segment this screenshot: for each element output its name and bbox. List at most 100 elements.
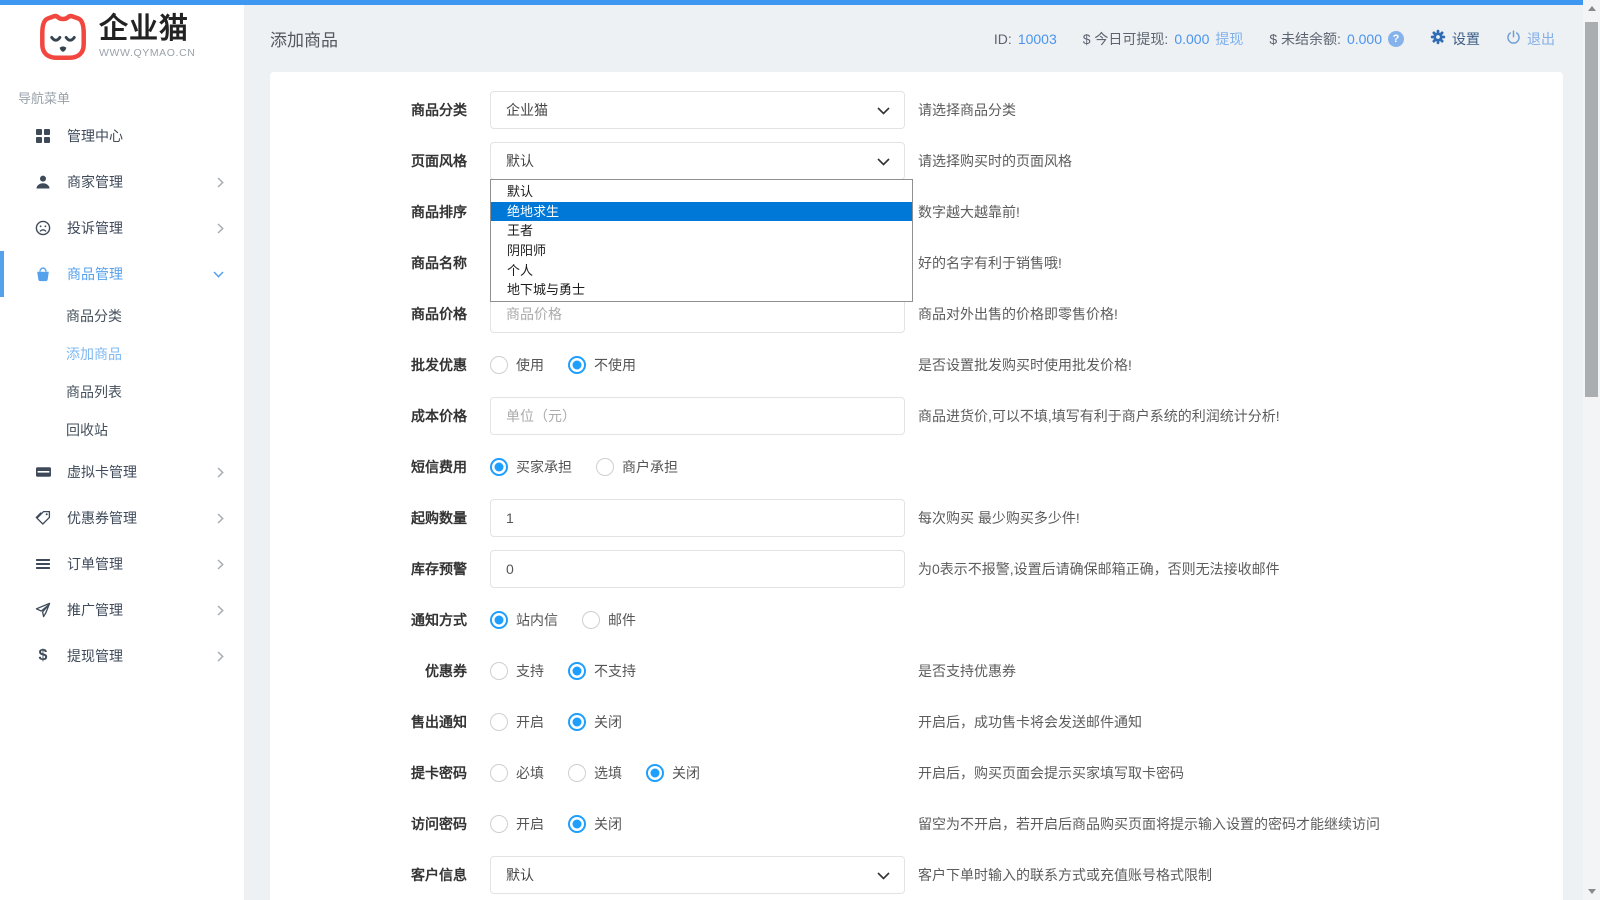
field-label: 商品名称: [270, 253, 467, 273]
min-purchase-input[interactable]: [490, 499, 905, 537]
unsettled-balance: $ 未结余额: 0.000 ?: [1269, 29, 1404, 49]
access-password-radio-group: 开启 关闭: [490, 805, 905, 843]
brand-name: 企业猫: [99, 13, 195, 46]
radio-option[interactable]: 邮件: [582, 610, 636, 630]
sidebar-subitem-add-goods[interactable]: 添加商品: [0, 335, 244, 373]
field-hint: 是否设置批发购买时使用批发价格!: [918, 355, 1132, 375]
sidebar-item-dashboard[interactable]: 管理中心: [0, 113, 244, 159]
radio-option[interactable]: 使用: [490, 355, 544, 375]
dropdown-option[interactable]: 默认: [491, 182, 912, 202]
sidebar-item-label: 订单管理: [67, 554, 123, 574]
field-label: 商品分类: [270, 100, 467, 120]
radio-option[interactable]: 不支持: [568, 661, 636, 681]
field-hint: 每次购买 最少购买多少件!: [918, 508, 1080, 528]
radio-option[interactable]: 必填: [490, 763, 544, 783]
sidebar-subitem-goods-category[interactable]: 商品分类: [0, 297, 244, 335]
field-label: 售出通知: [270, 712, 467, 732]
radio-option[interactable]: 站内信: [490, 610, 558, 630]
dropdown-option[interactable]: 地下城与勇士: [491, 280, 912, 300]
cost-price-input[interactable]: [490, 397, 905, 435]
field-label: 成本价格: [270, 406, 467, 426]
field-hint: 留空为不开启，若开启后商品购买页面将提示输入设置的密码才能继续访问: [918, 814, 1380, 834]
field-hint: 商品对外出售的价格即零售价格!: [918, 304, 1118, 324]
sale-notify-radio-group: 开启 关闭: [490, 703, 905, 741]
stock-alert-input[interactable]: [490, 550, 905, 588]
customer-info-select[interactable]: 默认: [490, 856, 905, 894]
sidebar-item-coupon[interactable]: 优惠券管理: [0, 495, 244, 541]
sidebar-subitem-goods-list[interactable]: 商品列表: [0, 373, 244, 411]
sms-fee-radio-group: 买家承担 商户承担: [490, 448, 905, 486]
scrollbar-up-arrow[interactable]: [1583, 0, 1600, 17]
sidebar-subitem-recycle-bin[interactable]: 回收站: [0, 411, 244, 449]
field-label: 提卡密码: [270, 763, 467, 783]
sidebar-item-label: 商家管理: [67, 172, 123, 192]
form-row-goods-name: 商品名称 好的名字有利于销售哦!: [270, 244, 1563, 282]
help-icon[interactable]: ?: [1388, 31, 1404, 47]
radio-checked-icon: [490, 611, 508, 629]
sidebar-item-virtual-card[interactable]: 虚拟卡管理: [0, 449, 244, 495]
card-password-radio-group: 必填 选填 关闭: [490, 754, 905, 792]
logout-button[interactable]: 退出: [1506, 29, 1555, 49]
page-header: 添加商品 ID: 10003 $ 今日可提现: 0.000 提现 $ 未结余额:…: [245, 5, 1583, 72]
sidebar-item-label: 推广管理: [67, 600, 123, 620]
form-row-page-style: 页面风格 默认 默认 绝地求生 王者 阴阳师 个人 地下城与勇士 请选择购买时的…: [270, 142, 1563, 180]
sidebar-item-complaint[interactable]: 投诉管理: [0, 205, 244, 251]
select-value: 默认: [506, 865, 534, 885]
chevron-down-icon: [877, 153, 890, 169]
field-label: 页面风格: [270, 151, 467, 171]
coupon-icon: [33, 510, 53, 526]
dropdown-option[interactable]: 王者: [491, 221, 912, 241]
scrollbar-thumb[interactable]: [1585, 22, 1598, 397]
radio-option[interactable]: 买家承担: [490, 457, 572, 477]
wholesale-radio-group: 使用 不使用: [490, 346, 905, 384]
radio-option[interactable]: 支持: [490, 661, 544, 681]
radio-checked-icon: [568, 356, 586, 374]
field-hint: 商品进货价,可以不填,填写有利于商户系统的利润统计分析!: [918, 406, 1280, 426]
sidebar: 企业猫 WWW.QYMAO.CN 导航菜单 管理中心 商家管理 投诉管理 商品管…: [0, 0, 245, 900]
scrollbar-down-arrow[interactable]: [1583, 883, 1600, 900]
id-value: 10003: [1018, 31, 1057, 47]
dropdown-option[interactable]: 阴阳师: [491, 241, 912, 261]
merchant-icon: [33, 174, 53, 190]
radio-option[interactable]: 关闭: [568, 712, 622, 732]
form-row-min-purchase: 起购数量 每次购买 最少购买多少件!: [270, 499, 1563, 537]
form-row-notify-method: 通知方式 站内信 邮件: [270, 601, 1563, 639]
credit-card-icon: [33, 464, 53, 480]
gear-icon: [1430, 29, 1446, 48]
radio-option[interactable]: 不使用: [568, 355, 636, 375]
radio-option[interactable]: 关闭: [646, 763, 700, 783]
radio-option[interactable]: 商户承担: [596, 457, 678, 477]
form-row-goods-sort: 商品排序 数字越大越靠前!: [270, 193, 1563, 231]
field-label: 优惠券: [270, 661, 467, 681]
sidebar-item-label: 投诉管理: [67, 218, 123, 238]
radio-option[interactable]: 关闭: [568, 814, 622, 834]
radio-option[interactable]: 开启: [490, 712, 544, 732]
form-row-card-password: 提卡密码 必填 选填 关闭 开启后，购买页面会提示买家填写取卡密码: [270, 754, 1563, 792]
radio-option[interactable]: 开启: [490, 814, 544, 834]
promotion-plane-icon: [33, 602, 53, 618]
scrollbar[interactable]: [1583, 0, 1600, 900]
sidebar-item-order[interactable]: 订单管理: [0, 541, 244, 587]
dropdown-option-highlighted[interactable]: 绝地求生: [491, 202, 912, 222]
sidebar-item-merchant[interactable]: 商家管理: [0, 159, 244, 205]
radio-unchecked-icon: [596, 458, 614, 476]
goods-category-select[interactable]: 企业猫: [490, 91, 905, 129]
sidebar-item-label: 虚拟卡管理: [67, 462, 137, 482]
form-row-stock-alert: 库存预警 为0表示不报警,设置后请确保邮箱正确，否则无法接收邮件: [270, 550, 1563, 588]
field-hint: 数字越大越靠前!: [918, 202, 1020, 222]
field-hint: 好的名字有利于销售哦!: [918, 253, 1062, 273]
radio-checked-icon: [568, 662, 586, 680]
withdraw-link[interactable]: 提现: [1215, 29, 1243, 49]
page-style-select[interactable]: 默认: [490, 142, 905, 180]
settings-button[interactable]: 设置: [1430, 29, 1480, 49]
sidebar-item-goods[interactable]: 商品管理: [0, 251, 244, 297]
radio-option[interactable]: 选填: [568, 763, 622, 783]
radio-checked-icon: [490, 458, 508, 476]
withdrawable-today: $ 今日可提现: 0.000 提现: [1083, 29, 1244, 49]
dropdown-option[interactable]: 个人: [491, 261, 912, 281]
sidebar-item-withdraw[interactable]: $ 提现管理: [0, 633, 244, 679]
sidebar-item-promotion[interactable]: 推广管理: [0, 587, 244, 633]
logo[interactable]: 企业猫 WWW.QYMAO.CN: [0, 0, 244, 72]
header-toolbar: ID: 10003 $ 今日可提现: 0.000 提现 $ 未结余额: 0.00…: [994, 29, 1555, 49]
sidebar-item-label: 管理中心: [67, 126, 123, 146]
